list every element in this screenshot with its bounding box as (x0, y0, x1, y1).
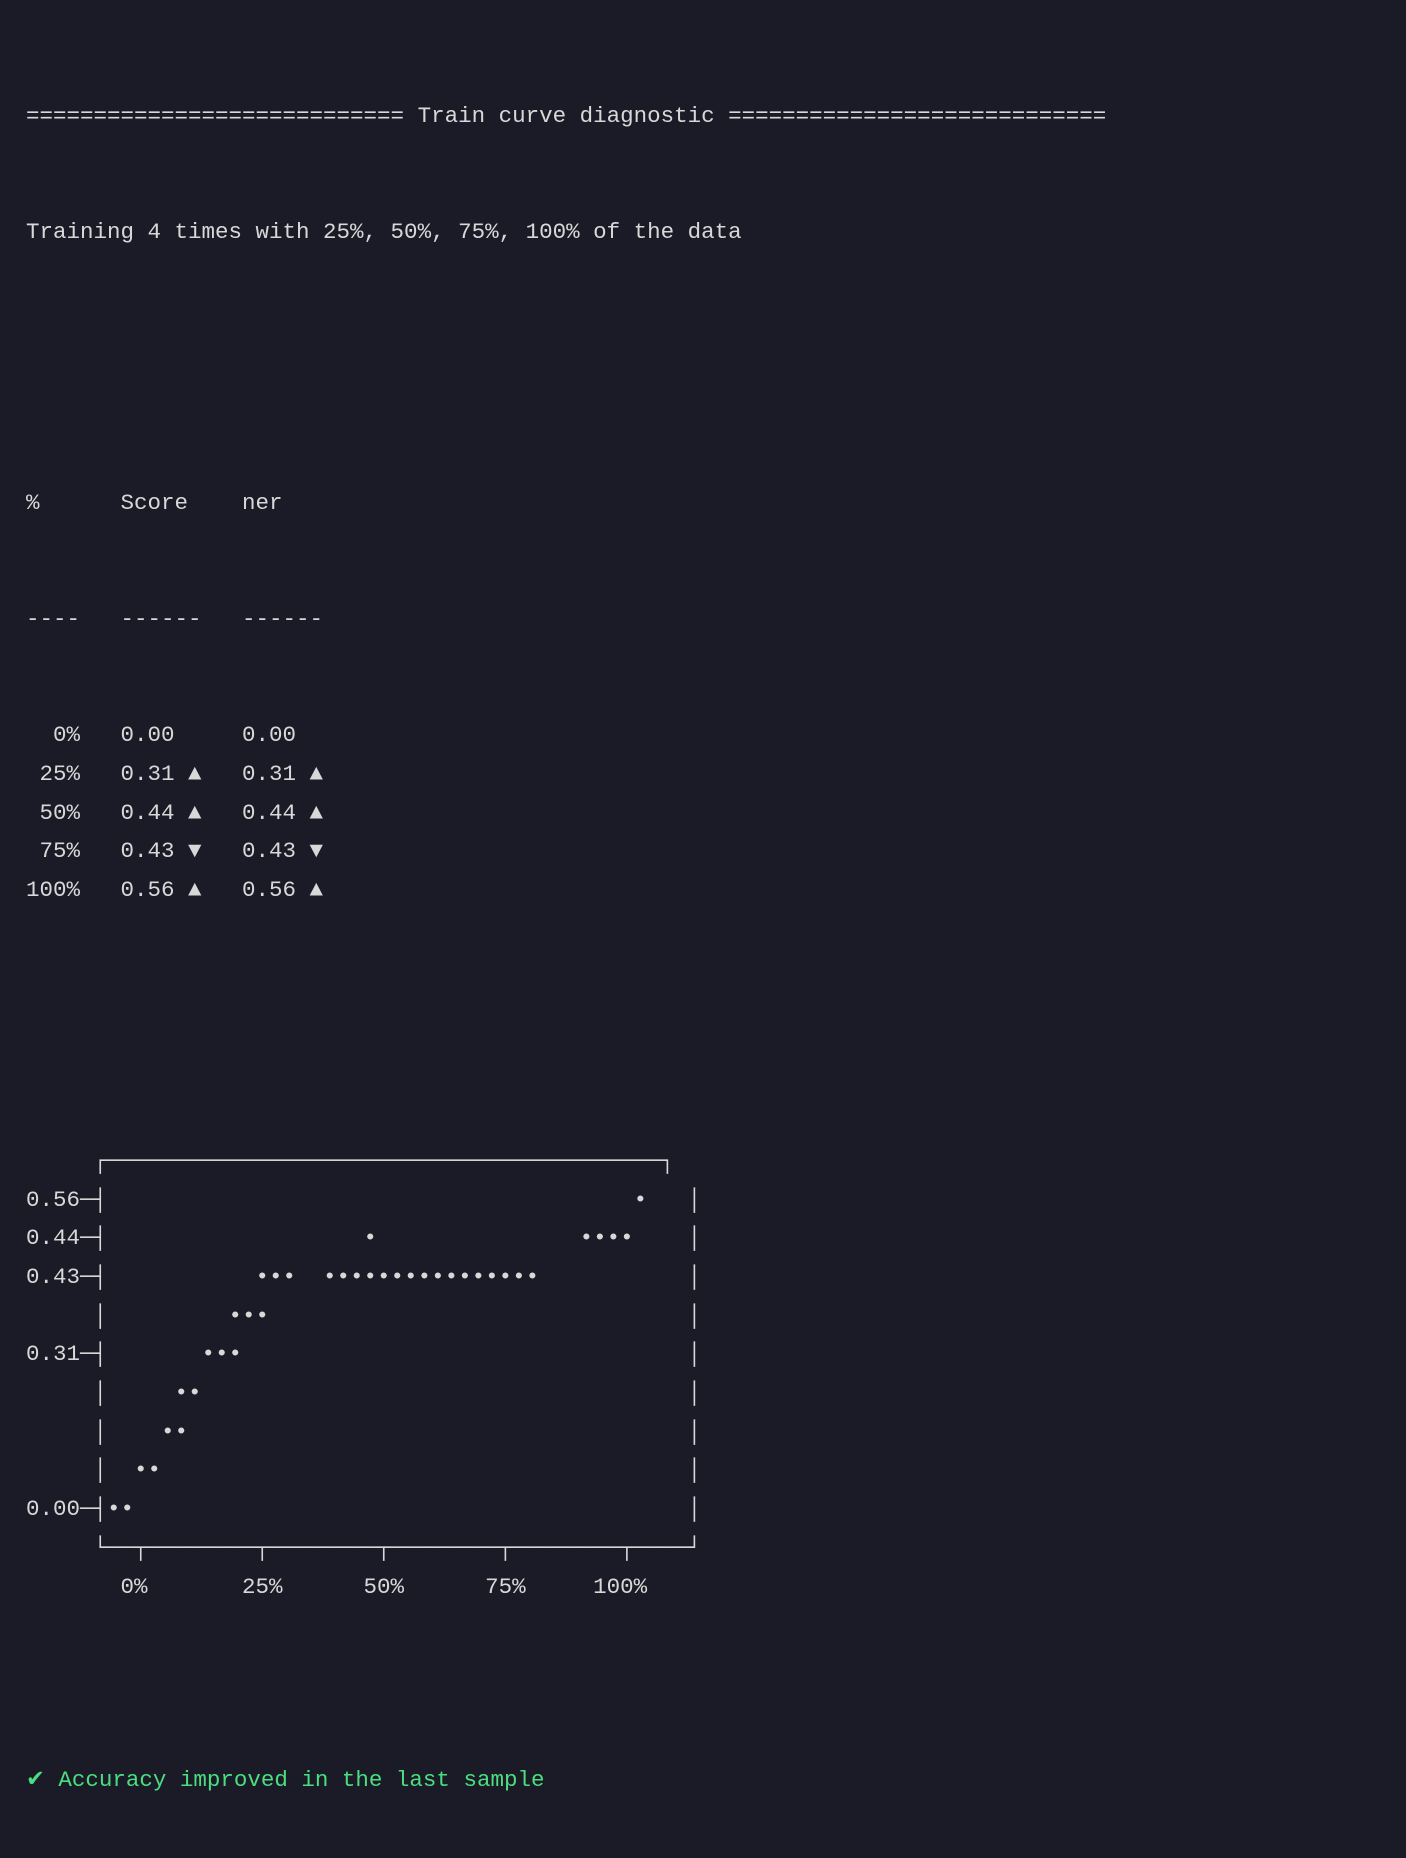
chart-line: └──┬────────┬────────┬────────┬────────┬… (26, 1529, 1380, 1568)
chart-line: │ •• │ (26, 1374, 1380, 1413)
chart-line: │ •• │ (26, 1451, 1380, 1490)
title-rule-right: ============================ (728, 103, 1106, 129)
section-title: ============================ Train curve… (26, 97, 1380, 136)
status-line: ✔ Accuracy improved in the last sample (26, 1761, 1380, 1800)
table-row: 75% 0.43 ▼ 0.43 ▼ (26, 832, 1380, 871)
chart-line: │ ••• │ (26, 1297, 1380, 1336)
chart-line: 0.00─┤•• │ (26, 1490, 1380, 1529)
title-rule-left: ============================ (26, 103, 404, 129)
table-header-row: % Score ner (26, 484, 1380, 523)
status-text: Accuracy improved in the last sample (58, 1767, 544, 1793)
table-row: 25% 0.31 ▲ 0.31 ▲ (26, 755, 1380, 794)
chart-line: 0.43─┤ ••• •••••••••••••••• │ (26, 1258, 1380, 1297)
check-icon: ✔ (26, 1767, 45, 1793)
score-table: % Score ner ---- ------ ------ 0% 0.00 0… (26, 407, 1380, 987)
table-divider-row: ---- ------ ------ (26, 600, 1380, 639)
chart-line: 0.44─┤ • •••• │ (26, 1219, 1380, 1258)
table-row: 0% 0.00 0.00 (26, 716, 1380, 755)
chart-line: 0% 25% 50% 75% 100% (26, 1568, 1380, 1607)
table-row: 50% 0.44 ▲ 0.44 ▲ (26, 794, 1380, 833)
terminal-output: ============================ Train curve… (0, 0, 1406, 1858)
chart-line: 0.31─┤ ••• │ (26, 1335, 1380, 1374)
table-row: 100% 0.56 ▲ 0.56 ▲ (26, 871, 1380, 910)
title-text: Train curve diagnostic (418, 103, 715, 129)
ascii-chart: ┌───────────────────────────────────────… (26, 1142, 1380, 1606)
chart-line: │ •• │ (26, 1413, 1380, 1452)
chart-line: ┌───────────────────────────────────────… (26, 1142, 1380, 1181)
subtitle: Training 4 times with 25%, 50%, 75%, 100… (26, 213, 1380, 252)
